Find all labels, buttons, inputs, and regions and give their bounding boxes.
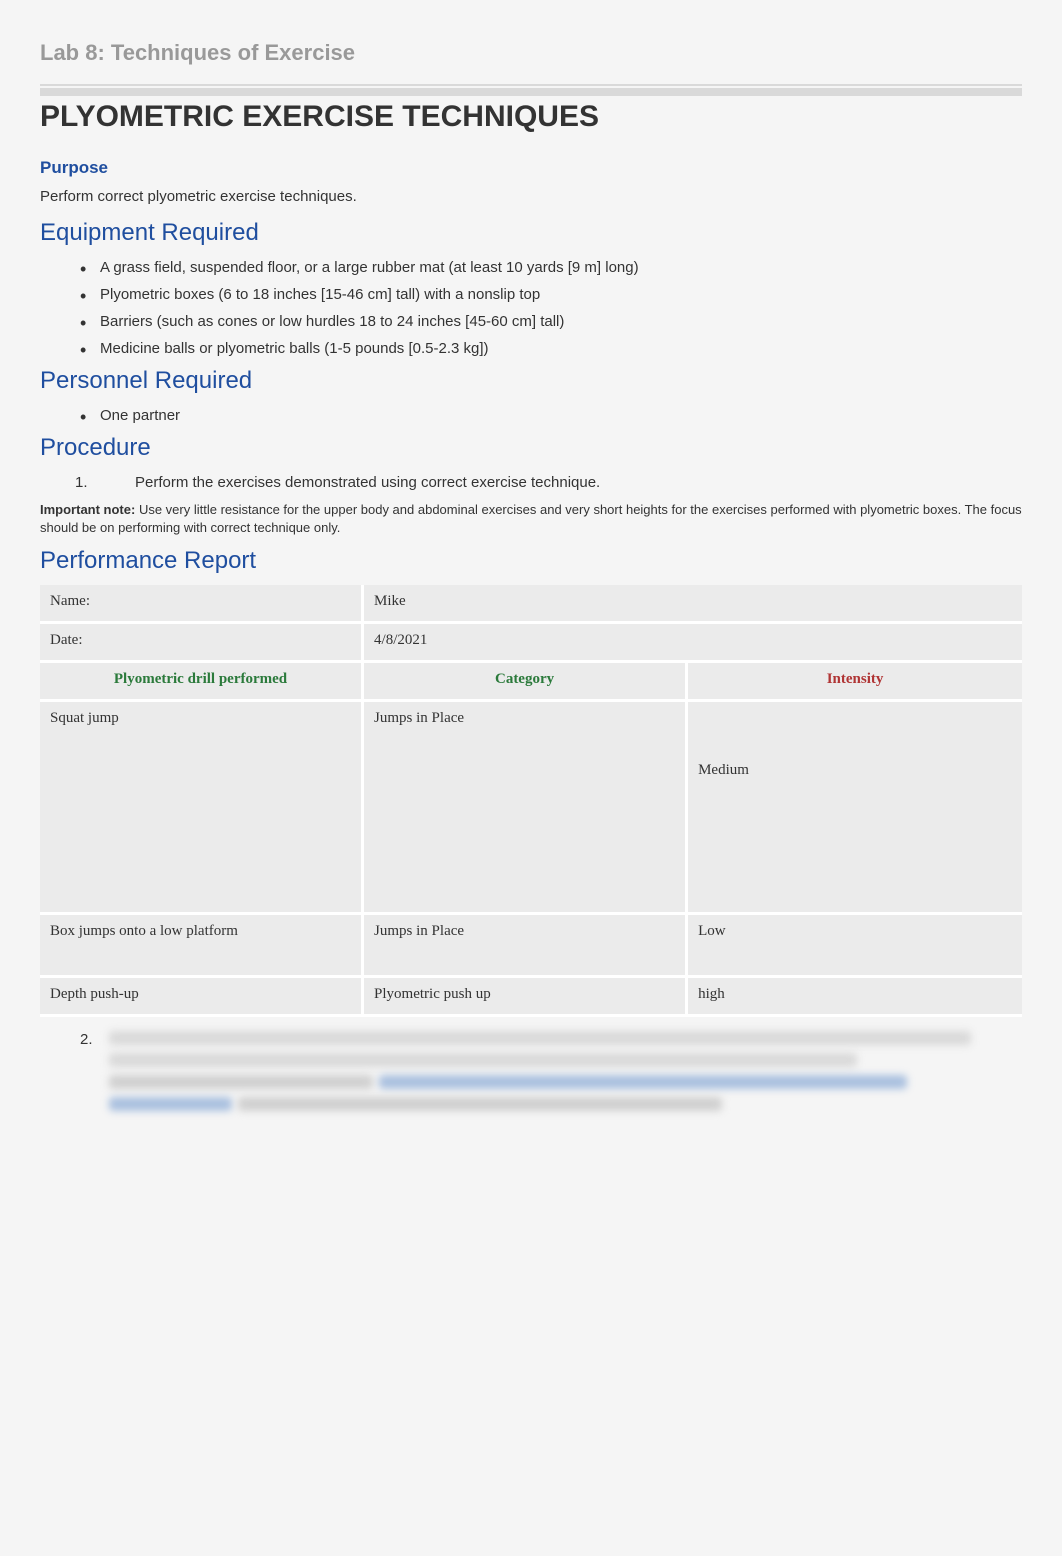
blur-line — [109, 1053, 857, 1067]
equipment-heading: Equipment Required — [40, 219, 1022, 247]
lab-subtitle: Lab 8: Techniques of Exercise — [40, 40, 1022, 66]
list-item-text: Perform the exercises demonstrated using… — [135, 474, 600, 491]
intensity-cell: Low — [688, 915, 1022, 975]
header-intensity: Intensity — [688, 663, 1022, 699]
personnel-list: One partner — [40, 405, 1022, 426]
note-label: Important note: — [40, 502, 135, 517]
date-label-cell: Date: — [40, 624, 364, 660]
procedure-heading: Procedure — [40, 434, 1022, 462]
list-number: 1. — [75, 472, 88, 493]
table-data-row: Box jumps onto a low platform Jumps in P… — [40, 915, 1022, 978]
drill-cell: Depth push-up — [40, 978, 364, 1014]
procedure-list: 1. Perform the exercises demonstrated us… — [40, 472, 1022, 493]
table-header-row: Plyometric drill performed Category Inte… — [40, 663, 1022, 702]
intensity-cell: high — [688, 978, 1022, 1014]
equipment-list: A grass field, suspended floor, or a lar… — [40, 257, 1022, 359]
list-item: One partner — [100, 405, 1022, 426]
table-data-row: Depth push-up Plyometric push up high — [40, 978, 1022, 1017]
table-date-row: Date: 4/8/2021 — [40, 624, 1022, 663]
header-drill: Plyometric drill performed — [40, 663, 364, 699]
performance-table: Name: Mike Date: 4/8/2021 Plyometric dri… — [40, 585, 1022, 1017]
personnel-heading: Personnel Required — [40, 367, 1022, 395]
category-cell: Plyometric push up — [364, 978, 688, 1014]
blur-line — [109, 1097, 989, 1111]
note-text-content: Use very little resistance for the upper… — [40, 502, 1022, 535]
table-name-row: Name: Mike — [40, 585, 1022, 624]
date-value-cell: 4/8/2021 — [364, 624, 1022, 660]
list-item: Plyometric boxes (6 to 18 inches [15-46 … — [100, 284, 1022, 305]
list-item: Medicine balls or plyometric balls (1-5 … — [100, 338, 1022, 359]
list-item: A grass field, suspended floor, or a lar… — [100, 257, 1022, 278]
divider-thin — [40, 84, 1022, 86]
table-data-row: Squat jump Jumps in Place Medium — [40, 702, 1022, 915]
blurred-list-number: 2. — [80, 1031, 93, 1048]
category-cell: Jumps in Place — [364, 702, 688, 912]
drill-cell: Squat jump — [40, 702, 364, 912]
list-item: 1. Perform the exercises demonstrated us… — [135, 472, 1022, 493]
blurred-text-bars — [109, 1031, 989, 1119]
divider-bar — [40, 88, 1022, 96]
category-cell: Jumps in Place — [364, 915, 688, 975]
list-item: Barriers (such as cones or low hurdles 1… — [100, 311, 1022, 332]
blur-line — [109, 1031, 971, 1045]
purpose-heading: Purpose — [40, 158, 1022, 178]
blurred-content: 2. — [40, 1031, 1022, 1119]
purpose-text: Perform correct plyometric exercise tech… — [40, 186, 1022, 207]
main-title: PLYOMETRIC EXERCISE TECHNIQUES — [40, 100, 1022, 134]
important-note: Important note: Use very little resistan… — [40, 501, 1022, 537]
header-category: Category — [364, 663, 688, 699]
blur-line — [109, 1075, 989, 1089]
intensity-cell: Medium — [688, 702, 1022, 912]
report-heading: Performance Report — [40, 547, 1022, 575]
drill-cell: Box jumps onto a low platform — [40, 915, 364, 975]
name-label-cell: Name: — [40, 585, 364, 621]
name-value-cell: Mike — [364, 585, 1022, 621]
